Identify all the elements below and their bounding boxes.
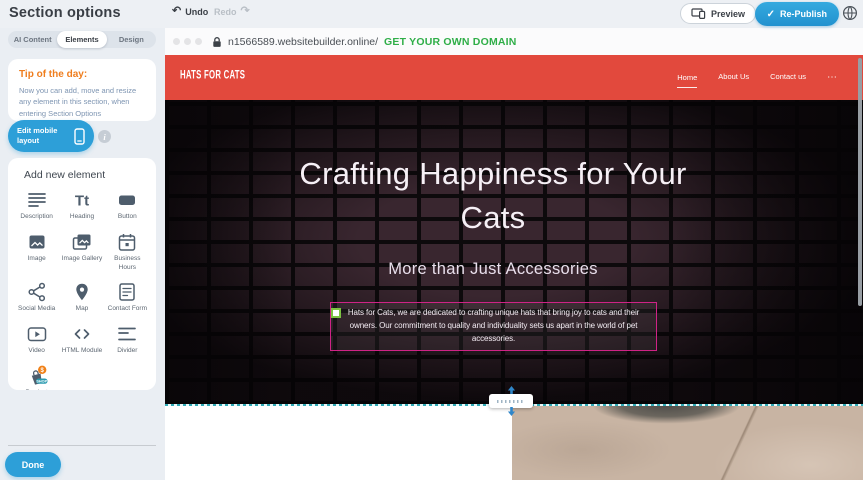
image-icon [26,231,48,253]
element-item-divider[interactable]: Divider [105,323,150,356]
site-nav: Home About Us Contact us ⋯ [677,55,837,100]
window-dots [173,38,202,45]
tip-body: Now you can add, move and resize any ele… [19,85,145,119]
site-header: HATS FOR CATS Home About Us Contact us ⋯ [165,55,863,100]
element-item-heading[interactable]: Tt Heading [59,189,104,222]
social-media-icon [26,281,48,303]
element-item-social-media[interactable]: Social Media [14,281,59,314]
redo-label: Redo [214,7,237,17]
lock-icon [212,36,222,48]
preview-button[interactable]: Preview [680,3,756,24]
next-section-blank [165,405,512,480]
video-icon [26,323,48,345]
element-item-contact-form[interactable]: Contact Form [105,281,150,314]
redo-icon: ↷ [241,6,250,17]
element-item-image-gallery[interactable]: Image Gallery [59,231,104,273]
site-logo[interactable]: HATS FOR CATS [180,69,245,83]
site-url: n1566589.websitebuilder.online/ [228,36,378,48]
undo-label: Undo [185,7,208,17]
hero-section: Crafting Happiness for Your Cats More th… [165,100,863,405]
heading-icon: Tt [71,189,93,211]
html-module-icon [71,323,93,345]
website-builder-app: Section options ↶ Undo Redo ↷ Preview ✓ … [0,0,863,480]
republish-label: Re-Publish [780,9,827,19]
editor-sidebar: AI Content Elements Design Tip of the da… [0,28,165,480]
description-icon [26,189,48,211]
top-toolbar: Section options ↶ Undo Redo ↷ Preview ✓ … [0,0,863,28]
grip-dots [497,400,525,403]
element-grid: Description Tt Heading Button [14,189,150,390]
element-item-map[interactable]: Map [59,281,104,314]
element-item-video[interactable]: Video [14,323,59,356]
window-dot [184,38,191,45]
section-resize-handle[interactable] [489,387,533,415]
hero-content: Crafting Happiness for Your Cats More th… [165,152,821,279]
shop-badge: SHOP [36,379,47,383]
site-preview: n1566589.websitebuilder.online/ GET YOUR… [165,28,863,480]
add-element-title: Add new element [24,169,150,181]
resize-arrow-down-icon [507,407,516,416]
element-item-business-hours[interactable]: Business Hours [105,231,150,273]
resize-grip[interactable] [489,394,533,408]
done-button[interactable]: Done [5,452,61,477]
redo-button[interactable]: Redo ↷ [214,6,250,17]
undo-icon: ↶ [172,6,181,17]
window-dot [195,38,202,45]
nav-item-about-us[interactable]: About Us [718,72,749,83]
edit-mobile-layout-button[interactable]: Edit mobile layout [8,120,94,152]
tab-elements[interactable]: Elements [57,31,106,48]
info-icon[interactable]: i [98,130,111,143]
window-dot [173,38,180,45]
nav-item-home[interactable]: Home [677,73,697,88]
undo-button[interactable]: ↶ Undo [172,6,208,17]
add-new-element-panel: Add new element Description Tt Heading [8,158,156,390]
browser-chrome-bar: n1566589.websitebuilder.online/ GET YOUR… [165,28,863,55]
element-item-description[interactable]: Description [14,189,59,222]
page-title: Section options [9,5,121,21]
edit-mobile-layout-label: Edit mobile layout [17,126,67,146]
nav-more-menu-icon[interactable]: ⋯ [827,73,837,83]
pavement-photo [512,405,863,480]
hero-body-text: Hats for Cats, we are dedicated to craft… [337,307,650,345]
tab-ai-content[interactable]: AI Content [8,31,57,48]
tip-title: Tip of the day: [19,69,145,80]
nav-item-contact-us[interactable]: Contact us [770,72,806,83]
globe-icon [842,5,858,21]
sidebar-tab-bar: AI Content Elements Design [8,31,156,48]
product-gallery-icon: $ SHOP [26,365,48,387]
mobile-phone-icon [74,128,85,145]
tab-design[interactable]: Design [107,31,156,48]
element-item-html-module[interactable]: HTML Module [59,323,104,356]
svg-text:Tt: Tt [75,193,89,210]
divider-icon [116,323,138,345]
map-icon [71,281,93,303]
preview-scrollbar[interactable] [858,58,862,306]
element-item-product-gallery[interactable]: $ SHOP Product Gallery [14,365,59,390]
element-item-button[interactable]: Button [105,189,150,222]
language-globe-button[interactable] [842,5,858,21]
sidebar-divider [8,445,156,446]
check-icon: ✓ [767,9,775,20]
get-your-own-domain-link[interactable]: GET YOUR OWN DOMAIN [384,36,517,48]
republish-button[interactable]: ✓ Re-Publish [755,2,839,26]
contact-form-icon [116,281,138,303]
preview-label: Preview [711,9,745,19]
selected-text-element[interactable]: Hats for Cats, we are dedicated to craft… [330,302,657,351]
image-gallery-icon [71,231,93,253]
tip-of-the-day-card: Tip of the day: Now you can add, move an… [8,59,156,121]
devices-icon [691,8,706,19]
button-icon [116,189,138,211]
business-hours-icon [116,231,138,253]
element-drag-handle[interactable] [331,308,341,318]
element-item-image[interactable]: Image [14,231,59,273]
hero-subheading: More than Just Accessories [165,260,821,279]
hero-heading: Crafting Happiness for Your Cats [278,152,708,240]
